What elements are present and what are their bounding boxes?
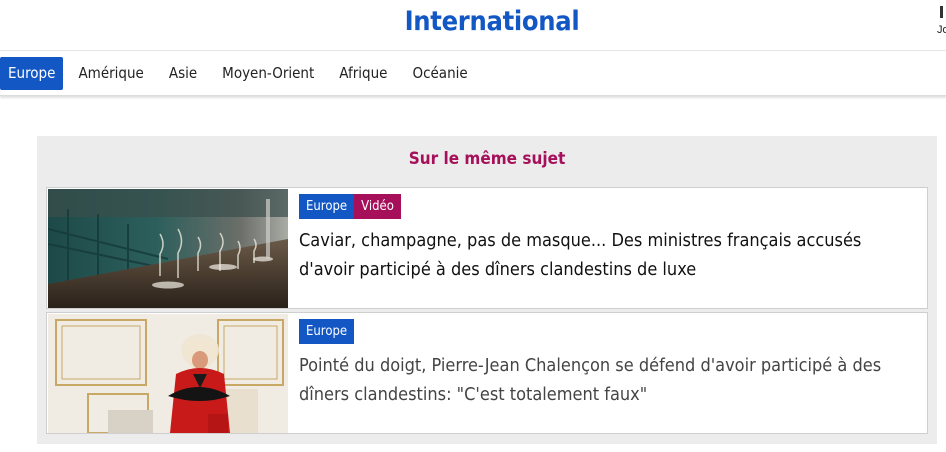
tab-amerique[interactable]: Amérique [66, 57, 155, 90]
tab-moyen-orient[interactable]: Moyen-Orient [210, 57, 326, 90]
man-in-red-suit-photo-svg [48, 314, 288, 433]
region-tabs: Europe Amérique Asie Moyen-Orient Afriqu… [0, 57, 481, 90]
section-title[interactable]: International [0, 6, 946, 37]
article-headline[interactable]: Pointé du doigt, Pierre-Jean Chalençon s… [299, 351, 919, 409]
tag-europe[interactable]: Europe [299, 319, 355, 344]
tab-europe[interactable]: Europe [0, 57, 64, 90]
article-headline[interactable]: Caviar, champagne, pas de masque... Des … [299, 226, 919, 284]
restaurant-table-photo-svg [48, 189, 288, 308]
tab-asie[interactable]: Asie [157, 57, 209, 90]
menu-icon[interactable] [940, 6, 943, 18]
related-article-card[interactable]: Europe Pointé du doigt, Pierre-Jean Chal… [46, 312, 928, 434]
tag-europe[interactable]: Europe [299, 194, 355, 219]
tag-video[interactable]: Vidéo [354, 194, 401, 219]
man-in-red-suit-photo[interactable] [48, 314, 288, 433]
related-article-card[interactable]: Europe Vidéo Caviar, champagne, pas de m… [46, 187, 928, 309]
corner-link[interactable]: Jo [937, 24, 946, 36]
tab-oceanie[interactable]: Océanie [400, 57, 479, 90]
tab-afrique[interactable]: Afrique [327, 57, 399, 90]
article-tags: Europe Vidéo [299, 194, 401, 219]
region-nav: Europe Amérique Asie Moyen-Orient Afriqu… [0, 51, 946, 96]
related-heading: Sur le même sujet [408, 149, 566, 169]
related-articles-panel: Sur le même sujet Europe Vidéo Caviar, c… [37, 136, 937, 444]
restaurant-table-photo[interactable] [48, 189, 288, 308]
site-header: International Jo [0, 0, 946, 51]
article-tags: Europe [299, 319, 355, 344]
